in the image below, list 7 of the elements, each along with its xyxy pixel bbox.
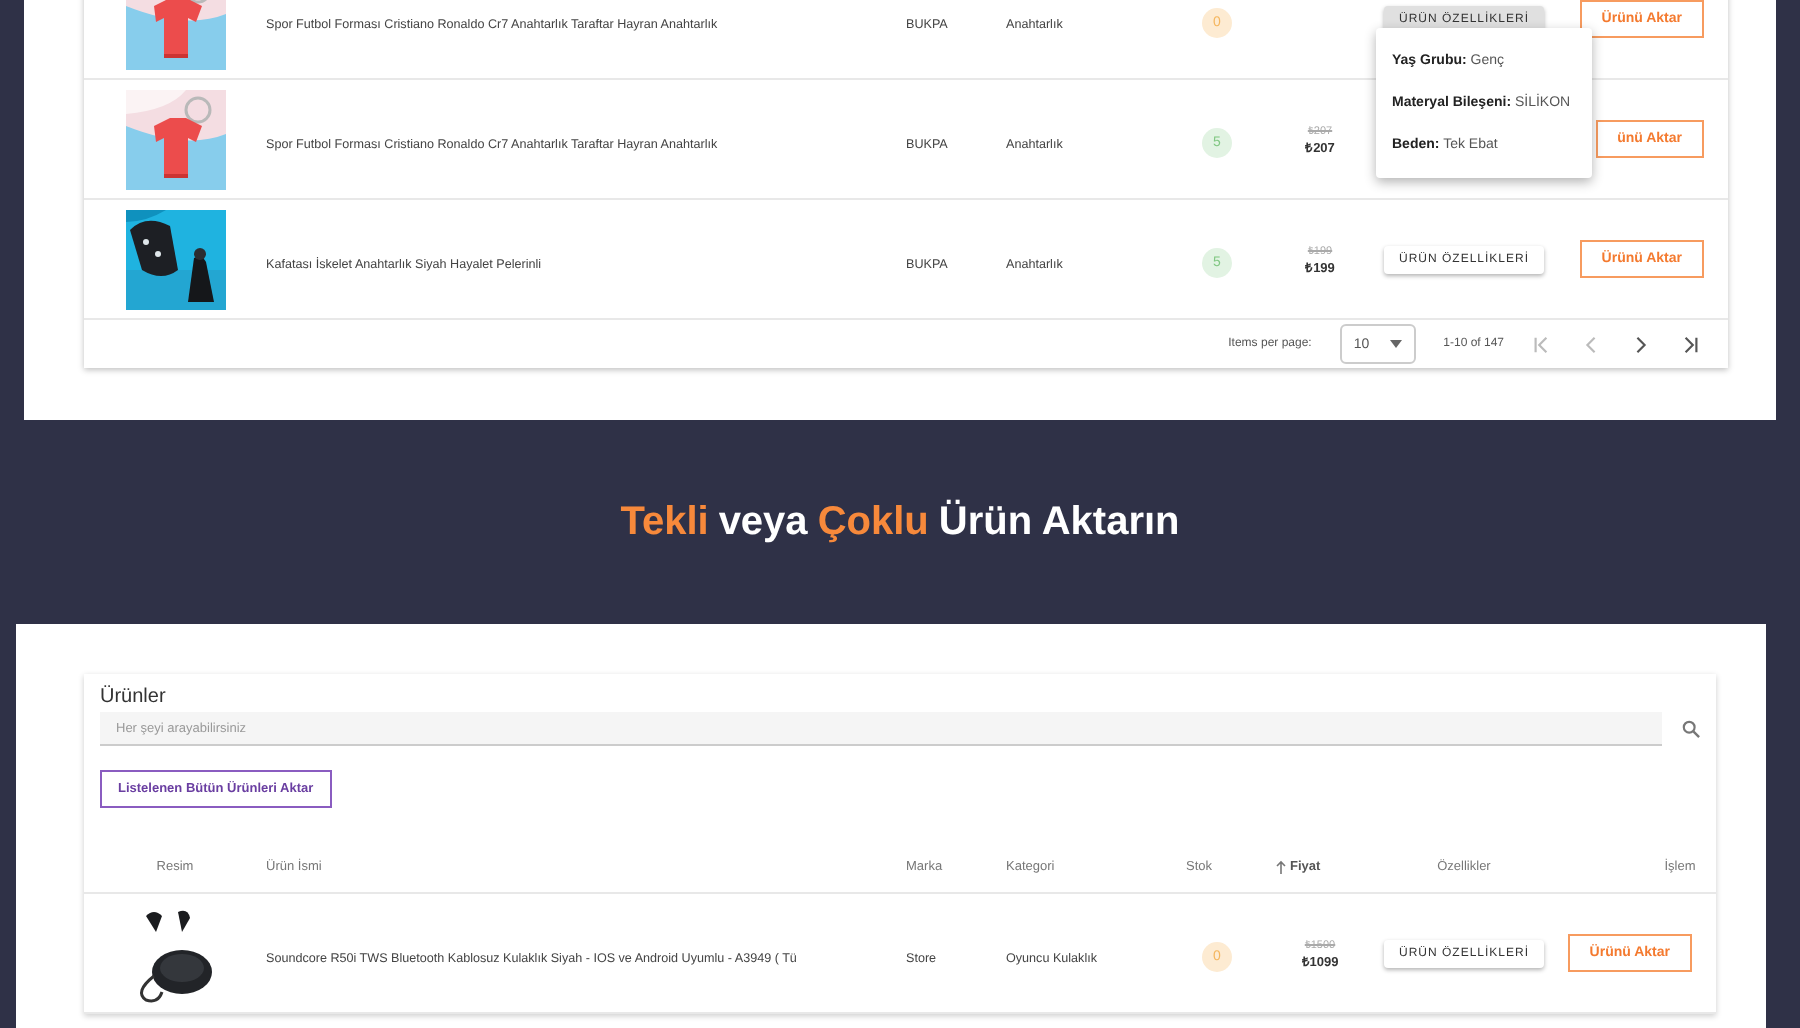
section-heading: Tekli veya Çoklu Ürün Aktarın [618,497,1182,547]
sort-arrow-icon [1276,859,1286,873]
caret-icon [1389,340,1402,348]
search-icon[interactable] [1682,720,1700,738]
card-title: Ürünler [98,686,168,708]
last-page-icon[interactable] [1682,335,1700,353]
next-page-icon[interactable] [1632,335,1650,353]
